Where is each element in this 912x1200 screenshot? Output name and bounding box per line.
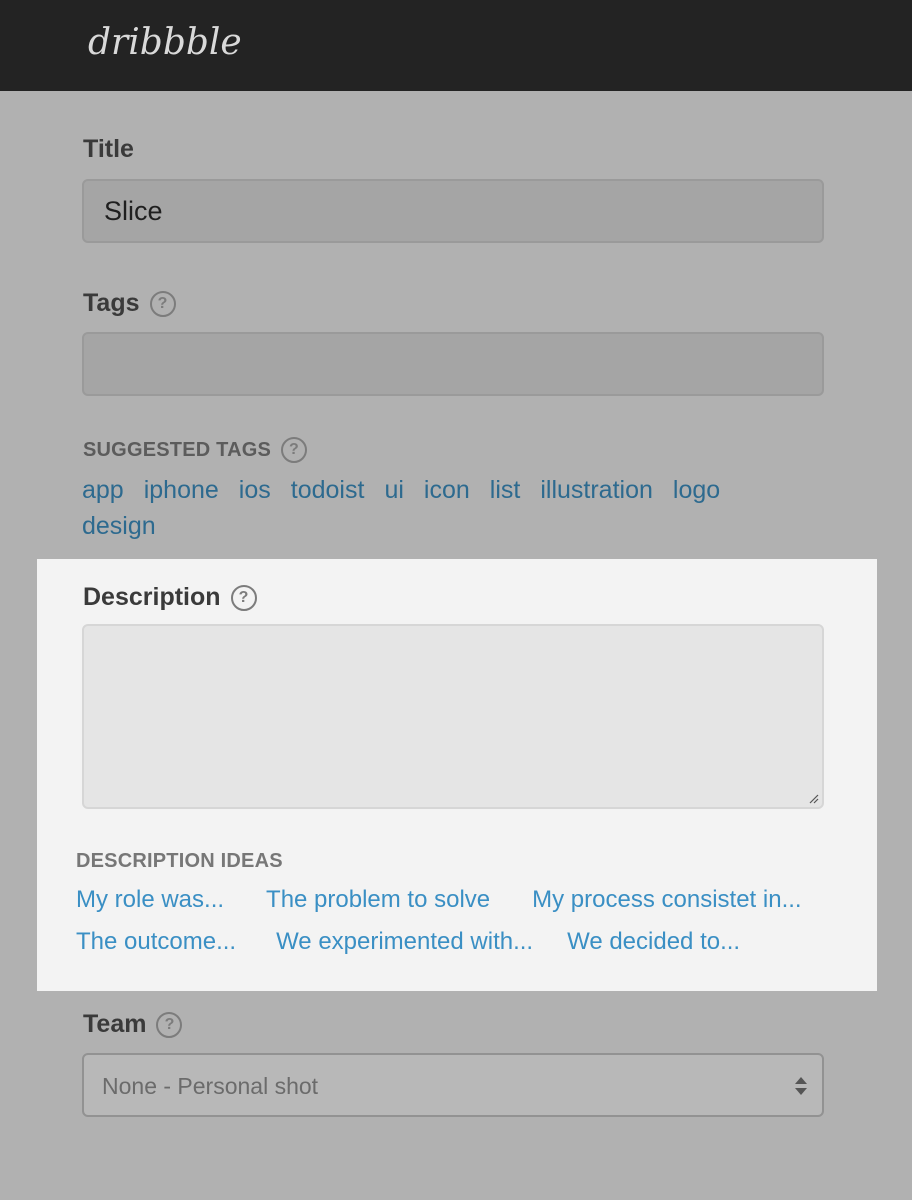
suggested-tag[interactable]: ui — [384, 476, 403, 505]
top-bar: dribbble — [0, 0, 912, 91]
description-ideas-label-text: DESCRIPTION IDEAS — [76, 850, 283, 872]
question-circle-icon[interactable]: ? — [230, 584, 257, 611]
question-circle-icon[interactable]: ? — [281, 437, 308, 463]
description-label: Description ? — [83, 583, 257, 612]
question-circle-icon[interactable]: ? — [149, 290, 176, 317]
description-idea[interactable]: My process consistet in... — [532, 886, 801, 914]
suggested-tag[interactable]: iphone — [144, 476, 219, 505]
description-idea[interactable]: We experimented with... — [276, 928, 533, 956]
tags-label-text: Tags — [83, 289, 140, 317]
title-label-text: Title — [83, 135, 134, 163]
description-textarea[interactable] — [82, 624, 824, 809]
description-ideas-row: The outcome... We experimented with... W… — [76, 928, 740, 956]
suggested-tag[interactable]: app — [82, 476, 124, 505]
description-idea[interactable]: The outcome... — [76, 928, 236, 956]
description-idea[interactable]: We decided to... — [567, 928, 740, 956]
suggested-tag[interactable]: todoist — [291, 476, 365, 505]
description-idea[interactable]: The problem to solve — [266, 886, 490, 914]
resize-handle-icon[interactable] — [809, 794, 819, 804]
suggested-tags-row: app iphone ios todoist ui icon list illu… — [82, 476, 740, 505]
updown-arrows-icon — [795, 1077, 807, 1095]
team-label-text: Team — [83, 1010, 147, 1038]
description-ideas-row: My role was... The problem to solve My p… — [76, 886, 802, 914]
question-circle-icon[interactable]: ? — [156, 1011, 183, 1038]
description-label-text: Description — [83, 583, 221, 611]
team-select[interactable]: None - Personal shot — [82, 1053, 824, 1117]
suggested-tags-label: SUGGESTED TAGS ? — [83, 437, 308, 463]
suggested-tag[interactable]: design — [82, 512, 156, 541]
suggested-tags-row: design — [82, 512, 176, 541]
description-ideas-label: DESCRIPTION IDEAS — [76, 850, 283, 873]
tags-label: Tags ? — [83, 289, 176, 318]
team-label: Team ? — [83, 1010, 183, 1039]
suggested-tag[interactable]: ios — [239, 476, 271, 505]
title-input[interactable]: Slice — [82, 179, 824, 243]
suggested-tag[interactable]: logo — [673, 476, 720, 505]
dribbble-logo[interactable]: dribbble — [88, 22, 242, 63]
description-idea[interactable]: My role was... — [76, 886, 224, 914]
title-input-value: Slice — [104, 196, 163, 226]
title-label: Title — [83, 135, 134, 164]
suggested-tag[interactable]: illustration — [540, 476, 653, 505]
suggested-tag[interactable]: list — [490, 476, 521, 505]
suggested-tags-label-text: SUGGESTED TAGS — [83, 438, 272, 461]
team-select-value: None - Personal shot — [102, 1073, 319, 1099]
suggested-tag[interactable]: icon — [424, 476, 470, 505]
tags-input[interactable] — [82, 332, 824, 396]
